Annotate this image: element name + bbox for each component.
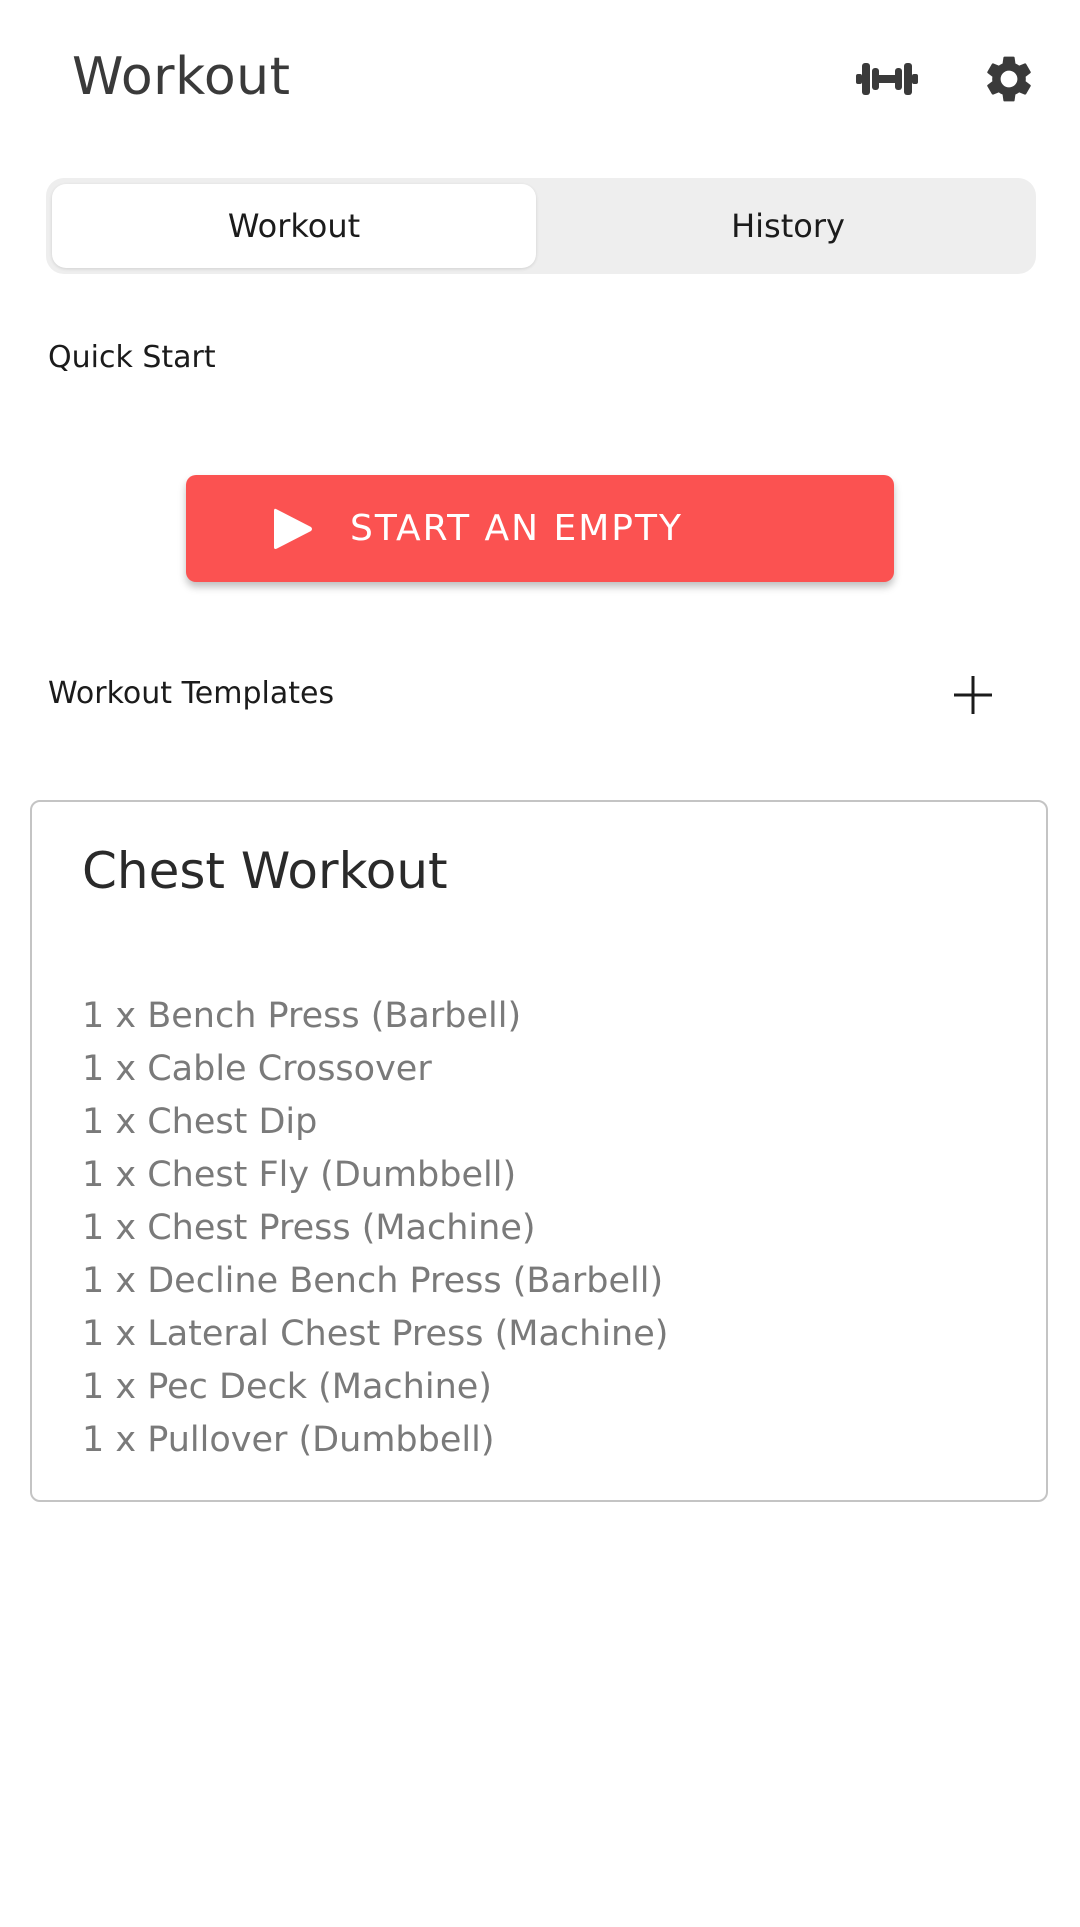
quick-start-heading: Quick Start bbox=[48, 340, 216, 375]
list-item: 1 x Chest Dip bbox=[82, 1102, 318, 1142]
list-item: 1 x Chest Fly (Dumbbell) bbox=[82, 1155, 517, 1195]
list-item: 1 x Decline Bench Press (Barbell) bbox=[82, 1261, 664, 1301]
list-item: 1 x Pullover (Dumbbell) bbox=[82, 1420, 495, 1460]
add-template-button[interactable] bbox=[948, 670, 998, 720]
list-item: 1 x Cable Crossover bbox=[82, 1049, 432, 1089]
exercise-list: 1 x Bench Press (Barbell) 1 x Cable Cros… bbox=[82, 990, 668, 1467]
list-item: 1 x Chest Press (Machine) bbox=[82, 1208, 536, 1248]
view-tabs: Workout History bbox=[46, 178, 1036, 274]
start-empty-workout-button[interactable]: START AN EMPTY WORKOUT bbox=[186, 475, 894, 656]
start-empty-workout-label: START AN EMPTY WORKOUT bbox=[350, 508, 683, 656]
dumbbell-icon bbox=[856, 63, 918, 95]
app-header: Workout bbox=[0, 0, 1080, 160]
template-card[interactable]: Chest Workout 1 x Bench Press (Barbell) … bbox=[30, 800, 1048, 1502]
list-item: 1 x Bench Press (Barbell) bbox=[82, 996, 522, 1036]
page-title: Workout bbox=[72, 47, 291, 107]
list-item: 1 x Lateral Chest Press (Machine) bbox=[82, 1314, 669, 1354]
tab-history[interactable]: History bbox=[546, 184, 1030, 268]
gear-icon bbox=[987, 56, 1031, 102]
list-item: 1 x Pec Deck (Machine) bbox=[82, 1367, 492, 1407]
plus-icon bbox=[954, 676, 992, 714]
tab-workout[interactable]: Workout bbox=[52, 184, 536, 268]
template-title: Chest Workout bbox=[82, 842, 448, 900]
workout-templates-heading: Workout Templates bbox=[48, 676, 335, 711]
play-icon bbox=[274, 508, 312, 549]
exercises-button[interactable] bbox=[852, 44, 922, 114]
settings-button[interactable] bbox=[974, 44, 1044, 114]
